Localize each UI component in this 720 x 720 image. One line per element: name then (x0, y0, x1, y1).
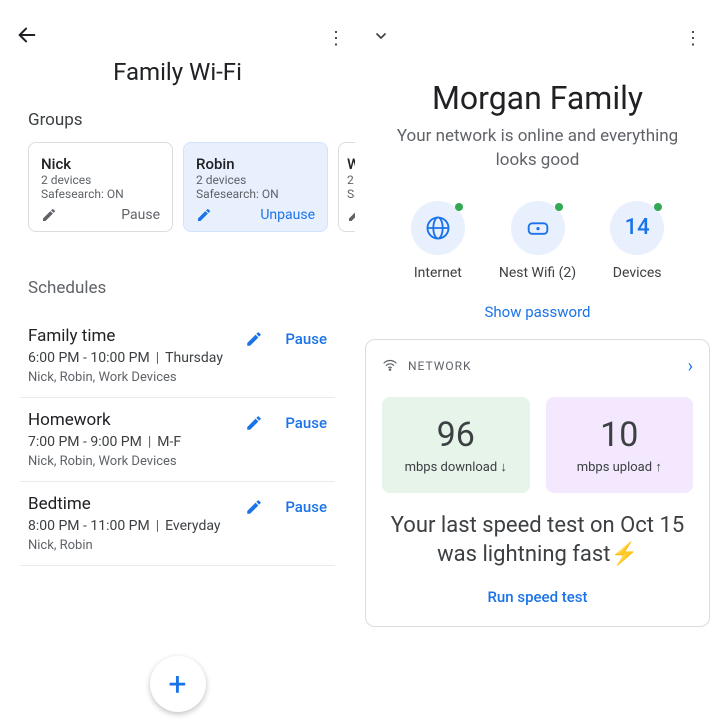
arrow-down-icon: ↓ (500, 460, 507, 475)
edit-icon[interactable] (347, 207, 355, 223)
group-devices: 2 devices (196, 173, 315, 187)
schedule-members: Nick, Robin, Work Devices (28, 370, 245, 385)
schedules-heading: Schedules (20, 278, 335, 298)
schedule-members: Nick, Robin (28, 538, 245, 553)
router-icon (511, 201, 565, 255)
pause-button[interactable]: Pause (121, 207, 160, 223)
family-wifi-panel: ⋮ Family Wi-Fi Groups Nick 2 devices Saf… (0, 0, 355, 720)
download-label: mbps download ↓ (392, 459, 520, 475)
schedule-members: Nick, Robin, Work Devices (28, 454, 245, 469)
download-value: 96 (392, 415, 520, 455)
edit-icon[interactable] (245, 330, 263, 348)
network-panel: ⋮ Morgan Family Your network is online a… (355, 0, 720, 720)
internet-tile[interactable]: Internet (411, 201, 465, 281)
upload-label: mbps upload ↑ (556, 459, 684, 475)
group-card-robin[interactable]: Robin 2 devices Safesearch: ON Unpause (183, 142, 328, 232)
devices-tile[interactable]: 14 Devices (610, 201, 664, 281)
edit-icon[interactable] (245, 414, 263, 432)
groups-heading: Groups (0, 110, 355, 130)
plus-icon: + (168, 665, 186, 703)
schedule-item[interactable]: Family time 6:00 PM - 10:00 PM|Thursday … (20, 314, 335, 398)
tile-label: Nest Wifi (2) (499, 265, 576, 281)
group-name: W (347, 155, 355, 173)
network-card-header[interactable]: NETWORK › (382, 356, 693, 377)
schedule-item[interactable]: Homework 7:00 PM - 9:00 PM|M-F Nick, Rob… (20, 398, 335, 482)
network-card: NETWORK › 96 mbps download ↓ 10 mbps upl… (365, 339, 710, 627)
network-title: Morgan Family (365, 79, 710, 117)
page-title: Family Wi-Fi (0, 58, 355, 86)
tile-label: Internet (414, 265, 462, 281)
speed-row: 96 mbps download ↓ 10 mbps upload ↑ (382, 397, 693, 493)
schedule-time: 7:00 PM - 9:00 PM|M-F (28, 434, 245, 450)
schedules-section: Schedules Family time 6:00 PM - 10:00 PM… (0, 278, 355, 566)
nest-wifi-tile[interactable]: Nest Wifi (2) (499, 201, 576, 281)
group-devices: 2 d (347, 173, 355, 187)
group-card-peek[interactable]: W 2 d Sa (338, 142, 355, 232)
edit-icon[interactable] (196, 207, 212, 223)
status-tiles: Internet Nest Wifi (2) 14 Devices (365, 201, 710, 281)
schedule-name: Homework (28, 410, 245, 430)
group-name: Nick (41, 155, 160, 173)
upload-speed-box: 10 mbps upload ↑ (546, 397, 694, 493)
edit-icon[interactable] (41, 207, 57, 223)
status-dot (455, 203, 463, 211)
devices-count: 14 (625, 215, 650, 240)
wifi-icon (382, 357, 398, 376)
pause-button[interactable]: Pause (285, 414, 327, 432)
unpause-button[interactable]: Unpause (260, 207, 315, 223)
schedule-item[interactable]: Bedtime 8:00 PM - 11:00 PM|Everyday Nick… (20, 482, 335, 566)
group-card-nick[interactable]: Nick 2 devices Safesearch: ON Pause (28, 142, 173, 232)
upload-value: 10 (556, 415, 684, 455)
schedule-time: 6:00 PM - 10:00 PM|Thursday (28, 350, 245, 366)
status-dot (555, 203, 563, 211)
schedule-name: Bedtime (28, 494, 245, 514)
pause-button[interactable]: Pause (285, 330, 327, 348)
schedule-time: 8:00 PM - 11:00 PM|Everyday (28, 518, 245, 534)
run-speed-test-link[interactable]: Run speed test (382, 588, 693, 606)
schedule-name: Family time (28, 326, 245, 346)
arrow-up-icon: ↑ (655, 460, 662, 475)
chevron-down-icon[interactable] (373, 28, 389, 49)
download-speed-box: 96 mbps download ↓ (382, 397, 530, 493)
back-icon[interactable] (16, 24, 38, 52)
group-name: Robin (196, 155, 315, 173)
group-safesearch: Safesearch: ON (41, 187, 160, 201)
right-topbar: ⋮ (365, 0, 710, 49)
group-safesearch: Safesearch: ON (196, 187, 315, 201)
globe-icon (411, 201, 465, 255)
chevron-right-icon: › (688, 356, 693, 377)
network-subtitle: Your network is online and everything lo… (365, 125, 710, 173)
group-devices: 2 devices (41, 173, 160, 187)
groups-row[interactable]: Nick 2 devices Safesearch: ON Pause Robi… (0, 142, 355, 232)
edit-icon[interactable] (245, 498, 263, 516)
overflow-menu-icon[interactable]: ⋮ (684, 30, 702, 48)
overflow-menu-icon[interactable]: ⋮ (327, 28, 345, 49)
speed-test-message: Your last speed test on Oct 15 was light… (382, 511, 693, 570)
left-topbar (0, 0, 355, 52)
network-label: NETWORK (408, 359, 472, 373)
show-password-link[interactable]: Show password (365, 303, 710, 321)
tile-label: Devices (613, 265, 662, 281)
devices-count-icon: 14 (610, 201, 664, 255)
add-button[interactable]: + (150, 656, 206, 712)
status-dot (654, 203, 662, 211)
group-safesearch: Sa (347, 187, 355, 201)
pause-button[interactable]: Pause (285, 498, 327, 516)
